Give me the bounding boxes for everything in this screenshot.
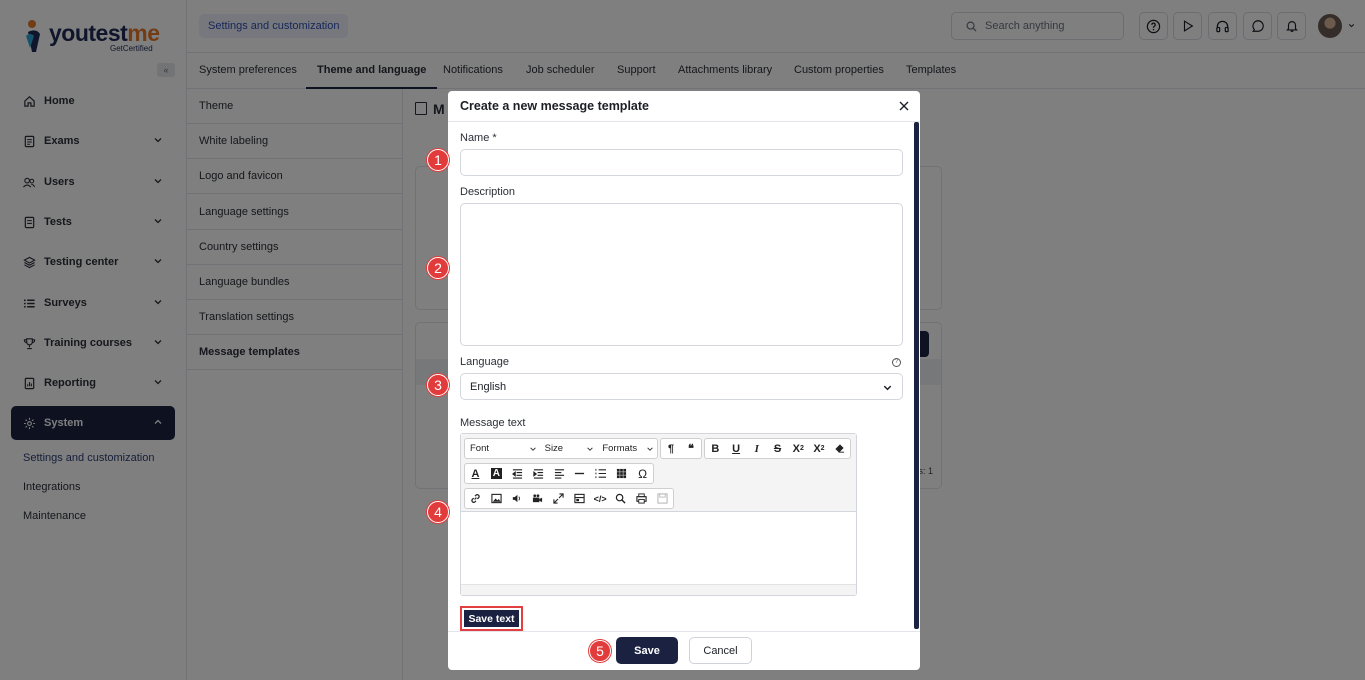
inline-format-group: B U I S X2 X2	[704, 438, 851, 459]
language-value: English	[470, 380, 507, 393]
special-character-icon[interactable]: Ω	[632, 464, 653, 483]
cancel-button[interactable]: Cancel	[689, 637, 752, 664]
dialog-header: Create a new message template	[448, 91, 920, 122]
description-textarea[interactable]	[460, 203, 903, 346]
table-icon[interactable]	[611, 464, 632, 483]
blockquote-icon[interactable]: ❝	[681, 439, 701, 458]
annotation-badge-1: 1	[427, 149, 449, 171]
rich-text-editor: Font Size Formats ¶ ❝ B U I S X2 X2 A A …	[460, 433, 857, 596]
video-icon[interactable]	[527, 489, 548, 508]
message-text-label: Message text	[460, 417, 526, 429]
preview-icon[interactable]	[611, 489, 632, 508]
editor-toolbar: Font Size Formats ¶ ❝ B U I S X2 X2 A A …	[461, 434, 856, 512]
name-input[interactable]	[460, 149, 903, 176]
description-label: Description	[460, 186, 516, 198]
name-label: Name *	[460, 132, 497, 144]
create-template-dialog: Create a new message template Name * Des…	[448, 91, 920, 670]
background-color-icon[interactable]: A	[486, 464, 507, 483]
align-left-icon[interactable]	[549, 464, 570, 483]
template-icon[interactable]	[569, 489, 590, 508]
link-icon[interactable]	[465, 489, 486, 508]
dialog-footer: Save Cancel	[448, 631, 920, 670]
audio-icon[interactable]	[507, 489, 528, 508]
save-disabled-icon	[652, 489, 673, 508]
paragraph-format-group: A A Ω	[464, 463, 654, 484]
chevron-down-icon	[883, 385, 892, 391]
annotation-badge-5: 5	[589, 640, 611, 662]
font-dropdown[interactable]: Font	[465, 439, 540, 458]
text-color-icon[interactable]: A	[465, 464, 486, 483]
dialog-scrollbar[interactable]	[914, 122, 919, 629]
app-window: youtestme GetCertified « Home Exams User…	[0, 0, 1365, 680]
numbered-list-icon[interactable]	[590, 464, 611, 483]
strikethrough-icon[interactable]: S	[767, 439, 788, 458]
bold-icon[interactable]: B	[705, 439, 726, 458]
save-text-button[interactable]: Save text	[460, 606, 523, 631]
language-select[interactable]: English	[460, 373, 903, 400]
dialog-title: Create a new message template	[460, 99, 649, 113]
outdent-icon[interactable]	[507, 464, 528, 483]
print-icon[interactable]	[631, 489, 652, 508]
annotation-badge-4: 4	[427, 501, 449, 523]
annotation-badge-2: 2	[427, 257, 449, 279]
subscript-icon[interactable]: X2	[788, 439, 809, 458]
size-dropdown[interactable]: Size	[540, 439, 598, 458]
paragraph-icon[interactable]: ¶	[661, 439, 681, 458]
superscript-icon[interactable]: X2	[809, 439, 830, 458]
image-icon[interactable]	[486, 489, 507, 508]
language-label: Language	[460, 356, 509, 368]
formats-dropdown[interactable]: Formats	[597, 439, 657, 458]
underline-icon[interactable]: U	[726, 439, 747, 458]
eraser-icon[interactable]	[829, 439, 850, 458]
editor-statusbar	[461, 584, 856, 595]
dialog-body: Name * Description Language ? English Me…	[448, 122, 920, 631]
editor-dropdown-group: Font Size Formats	[464, 438, 658, 459]
horizontal-rule-icon[interactable]	[569, 464, 590, 483]
fullscreen-icon[interactable]	[548, 489, 569, 508]
language-help-icon[interactable]: ?	[892, 358, 901, 367]
indent-icon[interactable]	[528, 464, 549, 483]
block-group: ¶ ❝	[660, 438, 702, 459]
save-button[interactable]: Save	[616, 637, 678, 664]
insert-group: </>	[464, 488, 674, 509]
annotation-badge-3: 3	[427, 374, 449, 396]
save-text-label: Save text	[464, 610, 519, 627]
close-icon[interactable]	[898, 100, 910, 112]
source-code-icon[interactable]: </>	[590, 489, 611, 508]
italic-icon[interactable]: I	[746, 439, 767, 458]
editor-content-area[interactable]	[461, 512, 856, 584]
